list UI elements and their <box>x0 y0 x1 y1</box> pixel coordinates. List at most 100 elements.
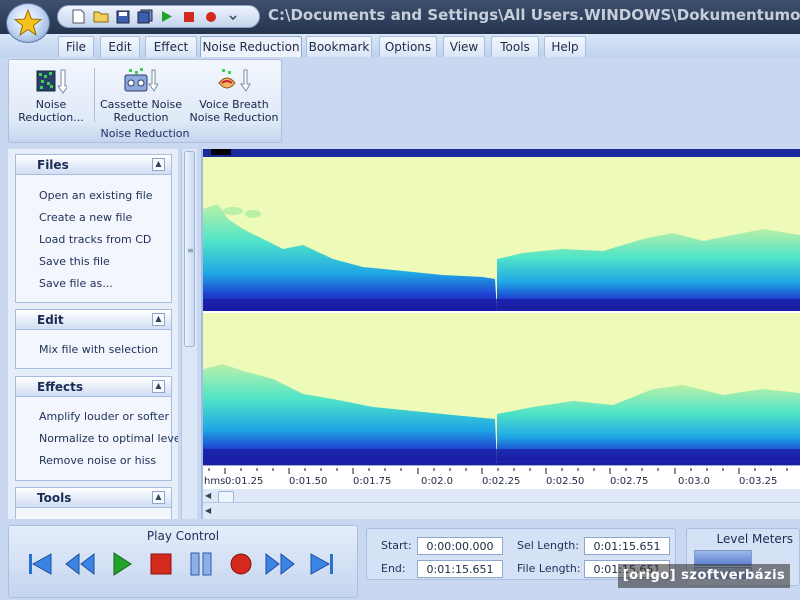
tab-options[interactable]: Options <box>379 36 437 58</box>
tab-effect[interactable]: Effect <box>145 36 197 58</box>
timeline-tick-label: 0:02.50 <box>546 476 585 487</box>
noise-reduction-icon <box>13 64 89 98</box>
voice-breath-icon <box>189 64 279 98</box>
record-icon[interactable] <box>202 8 219 25</box>
stop-button[interactable] <box>146 550 176 578</box>
save-all-icon[interactable] <box>136 8 153 25</box>
amplify-link[interactable]: Amplify louder or softer <box>39 410 169 423</box>
cassette-noise-reduction-button[interactable]: Cassette Noise Reduction <box>99 64 183 124</box>
overview-strip[interactable] <box>203 149 800 157</box>
save-this-file-link[interactable]: Save this file <box>39 255 110 268</box>
new-file-icon[interactable] <box>70 8 87 25</box>
play-button[interactable] <box>107 550 137 578</box>
end-time-field[interactable]: 0:01:15.651 <box>417 560 503 578</box>
remove-noise-link[interactable]: Remove noise or hiss <box>39 454 156 467</box>
rewind-button[interactable] <box>65 550 95 578</box>
rewind-icon <box>65 552 95 576</box>
timeline-tick-label: 0:02.0 <box>421 476 453 487</box>
tab-edit[interactable]: Edit <box>100 36 140 58</box>
normalize-link[interactable]: Normalize to optimal level <box>39 432 178 445</box>
ribbon-group-label: Noise Reduction <box>100 127 190 140</box>
record-icon <box>230 553 252 575</box>
dropdown-icon[interactable] <box>224 8 241 25</box>
save-file-as-link[interactable]: Save file as... <box>39 277 113 290</box>
tab-bookmark[interactable]: Bookmark <box>306 36 372 58</box>
zoom-left-arrow-icon[interactable]: ◀ <box>205 506 215 516</box>
star-icon <box>13 8 43 37</box>
stop-icon <box>150 553 172 575</box>
record-button[interactable] <box>226 550 256 578</box>
cassette-noise-label-line2: Reduction <box>113 111 169 124</box>
tab-view[interactable]: View <box>443 36 485 58</box>
edit-panel-title: Edit <box>37 313 64 327</box>
splitter-grip-icon[interactable]: ≡ <box>187 247 194 255</box>
skip-to-end-icon <box>310 553 333 575</box>
spectrogram-display[interactable] <box>203 149 800 465</box>
noise-reduction-button[interactable]: Noise Reduction... <box>13 64 89 124</box>
skip-to-start-button[interactable] <box>25 550 55 578</box>
save-icon[interactable] <box>114 8 131 25</box>
mix-file-with-selection-link[interactable]: Mix file with selection <box>39 343 158 356</box>
effects-panel-body: Amplify louder or softer Normalize to op… <box>15 397 178 481</box>
fast-forward-button[interactable] <box>265 550 295 578</box>
tab-tools[interactable]: Tools <box>491 36 539 58</box>
quick-access-toolbar <box>57 5 260 28</box>
pause-button[interactable] <box>186 550 216 578</box>
create-new-file-link[interactable]: Create a new file <box>39 211 132 224</box>
ribbon-group-noise-reduction: Noise Reduction... Cassette Noise Reduct… <box>8 59 282 143</box>
tab-help[interactable]: Help <box>544 36 586 58</box>
play-icon[interactable] <box>158 8 175 25</box>
effects-panel-header[interactable]: Effects ▲ <box>15 376 172 397</box>
stop-icon[interactable] <box>180 8 197 25</box>
play-control-group: Play Control <box>8 525 358 598</box>
timeline-tick-label: 0:02.75 <box>610 476 649 487</box>
timeline-unit: hms <box>204 476 226 487</box>
collapse-effects-icon[interactable]: ▲ <box>152 380 165 393</box>
sel-length-label: Sel Length: <box>517 539 579 552</box>
voice-breath-noise-reduction-button[interactable]: Voice Breath Noise Reduction <box>189 64 279 124</box>
timeline-tick-label: 0:02.25 <box>482 476 521 487</box>
noise-reduction-label-line2: Reduction... <box>18 111 84 124</box>
menu-tab-bar: File Edit Effect Noise Reduction Bookmar… <box>0 34 800 60</box>
tab-file[interactable]: File <box>58 36 94 58</box>
voice-breath-label-line1: Voice Breath <box>199 98 269 111</box>
window-title: C:\Documents and Settings\All Users.WIND… <box>268 6 800 24</box>
timeline-ruler[interactable]: hms 0:01.25 0:01.50 0:01.75 0:02.0 0:02.… <box>203 465 800 489</box>
play-control-title: Play Control <box>146 529 220 543</box>
files-panel-header[interactable]: Files ▲ <box>15 154 172 175</box>
skip-to-end-button[interactable] <box>307 550 337 578</box>
file-length-label: File Length: <box>517 562 581 575</box>
watermark-logo: [origo] szoftverbázis <box>618 564 790 588</box>
horizontal-scroll-area: ◀ ◀ <box>203 489 800 519</box>
timeline-tick-label: 0:01.25 <box>225 476 264 487</box>
cassette-noise-label-line1: Cassette Noise <box>99 98 183 111</box>
timeline-tick-label: 0:03.0 <box>678 476 710 487</box>
channel-left-blob-2 <box>245 210 261 218</box>
end-label: End: <box>381 562 406 575</box>
collapse-files-icon[interactable]: ▲ <box>152 158 165 171</box>
task-pane: Files ▲ Open an existing file Create a n… <box>8 149 178 519</box>
voice-breath-label-line2: Noise Reduction <box>189 111 279 124</box>
overview-position-marker <box>211 149 231 155</box>
scroll-left-arrow-icon[interactable]: ◀ <box>205 491 215 501</box>
edit-panel-body: Mix file with selection <box>15 330 172 369</box>
start-time-field[interactable]: 0:00:00.000 <box>417 537 503 555</box>
ribbon-separator <box>94 68 95 122</box>
collapse-tools-icon[interactable]: ▲ <box>152 491 165 504</box>
collapse-edit-icon[interactable]: ▲ <box>152 313 165 326</box>
tools-panel-header[interactable]: Tools ▲ <box>15 487 172 508</box>
channel-divider <box>203 311 800 313</box>
sel-length-field[interactable]: 0:01:15.651 <box>584 537 670 555</box>
edit-panel-header[interactable]: Edit ▲ <box>15 309 172 330</box>
fast-forward-icon <box>265 552 295 576</box>
load-tracks-from-cd-link[interactable]: Load tracks from CD <box>39 233 151 246</box>
files-panel-body: Open an existing file Create a new file … <box>15 175 172 303</box>
open-existing-file-link[interactable]: Open an existing file <box>39 189 153 202</box>
open-folder-icon[interactable] <box>92 8 109 25</box>
channel-left <box>203 157 800 311</box>
pause-icon <box>190 552 212 576</box>
channel-right-low-band <box>203 449 800 461</box>
start-label: Start: <box>381 539 412 552</box>
application-menu-button[interactable] <box>6 3 50 43</box>
channel-left-blob-1 <box>223 207 243 215</box>
